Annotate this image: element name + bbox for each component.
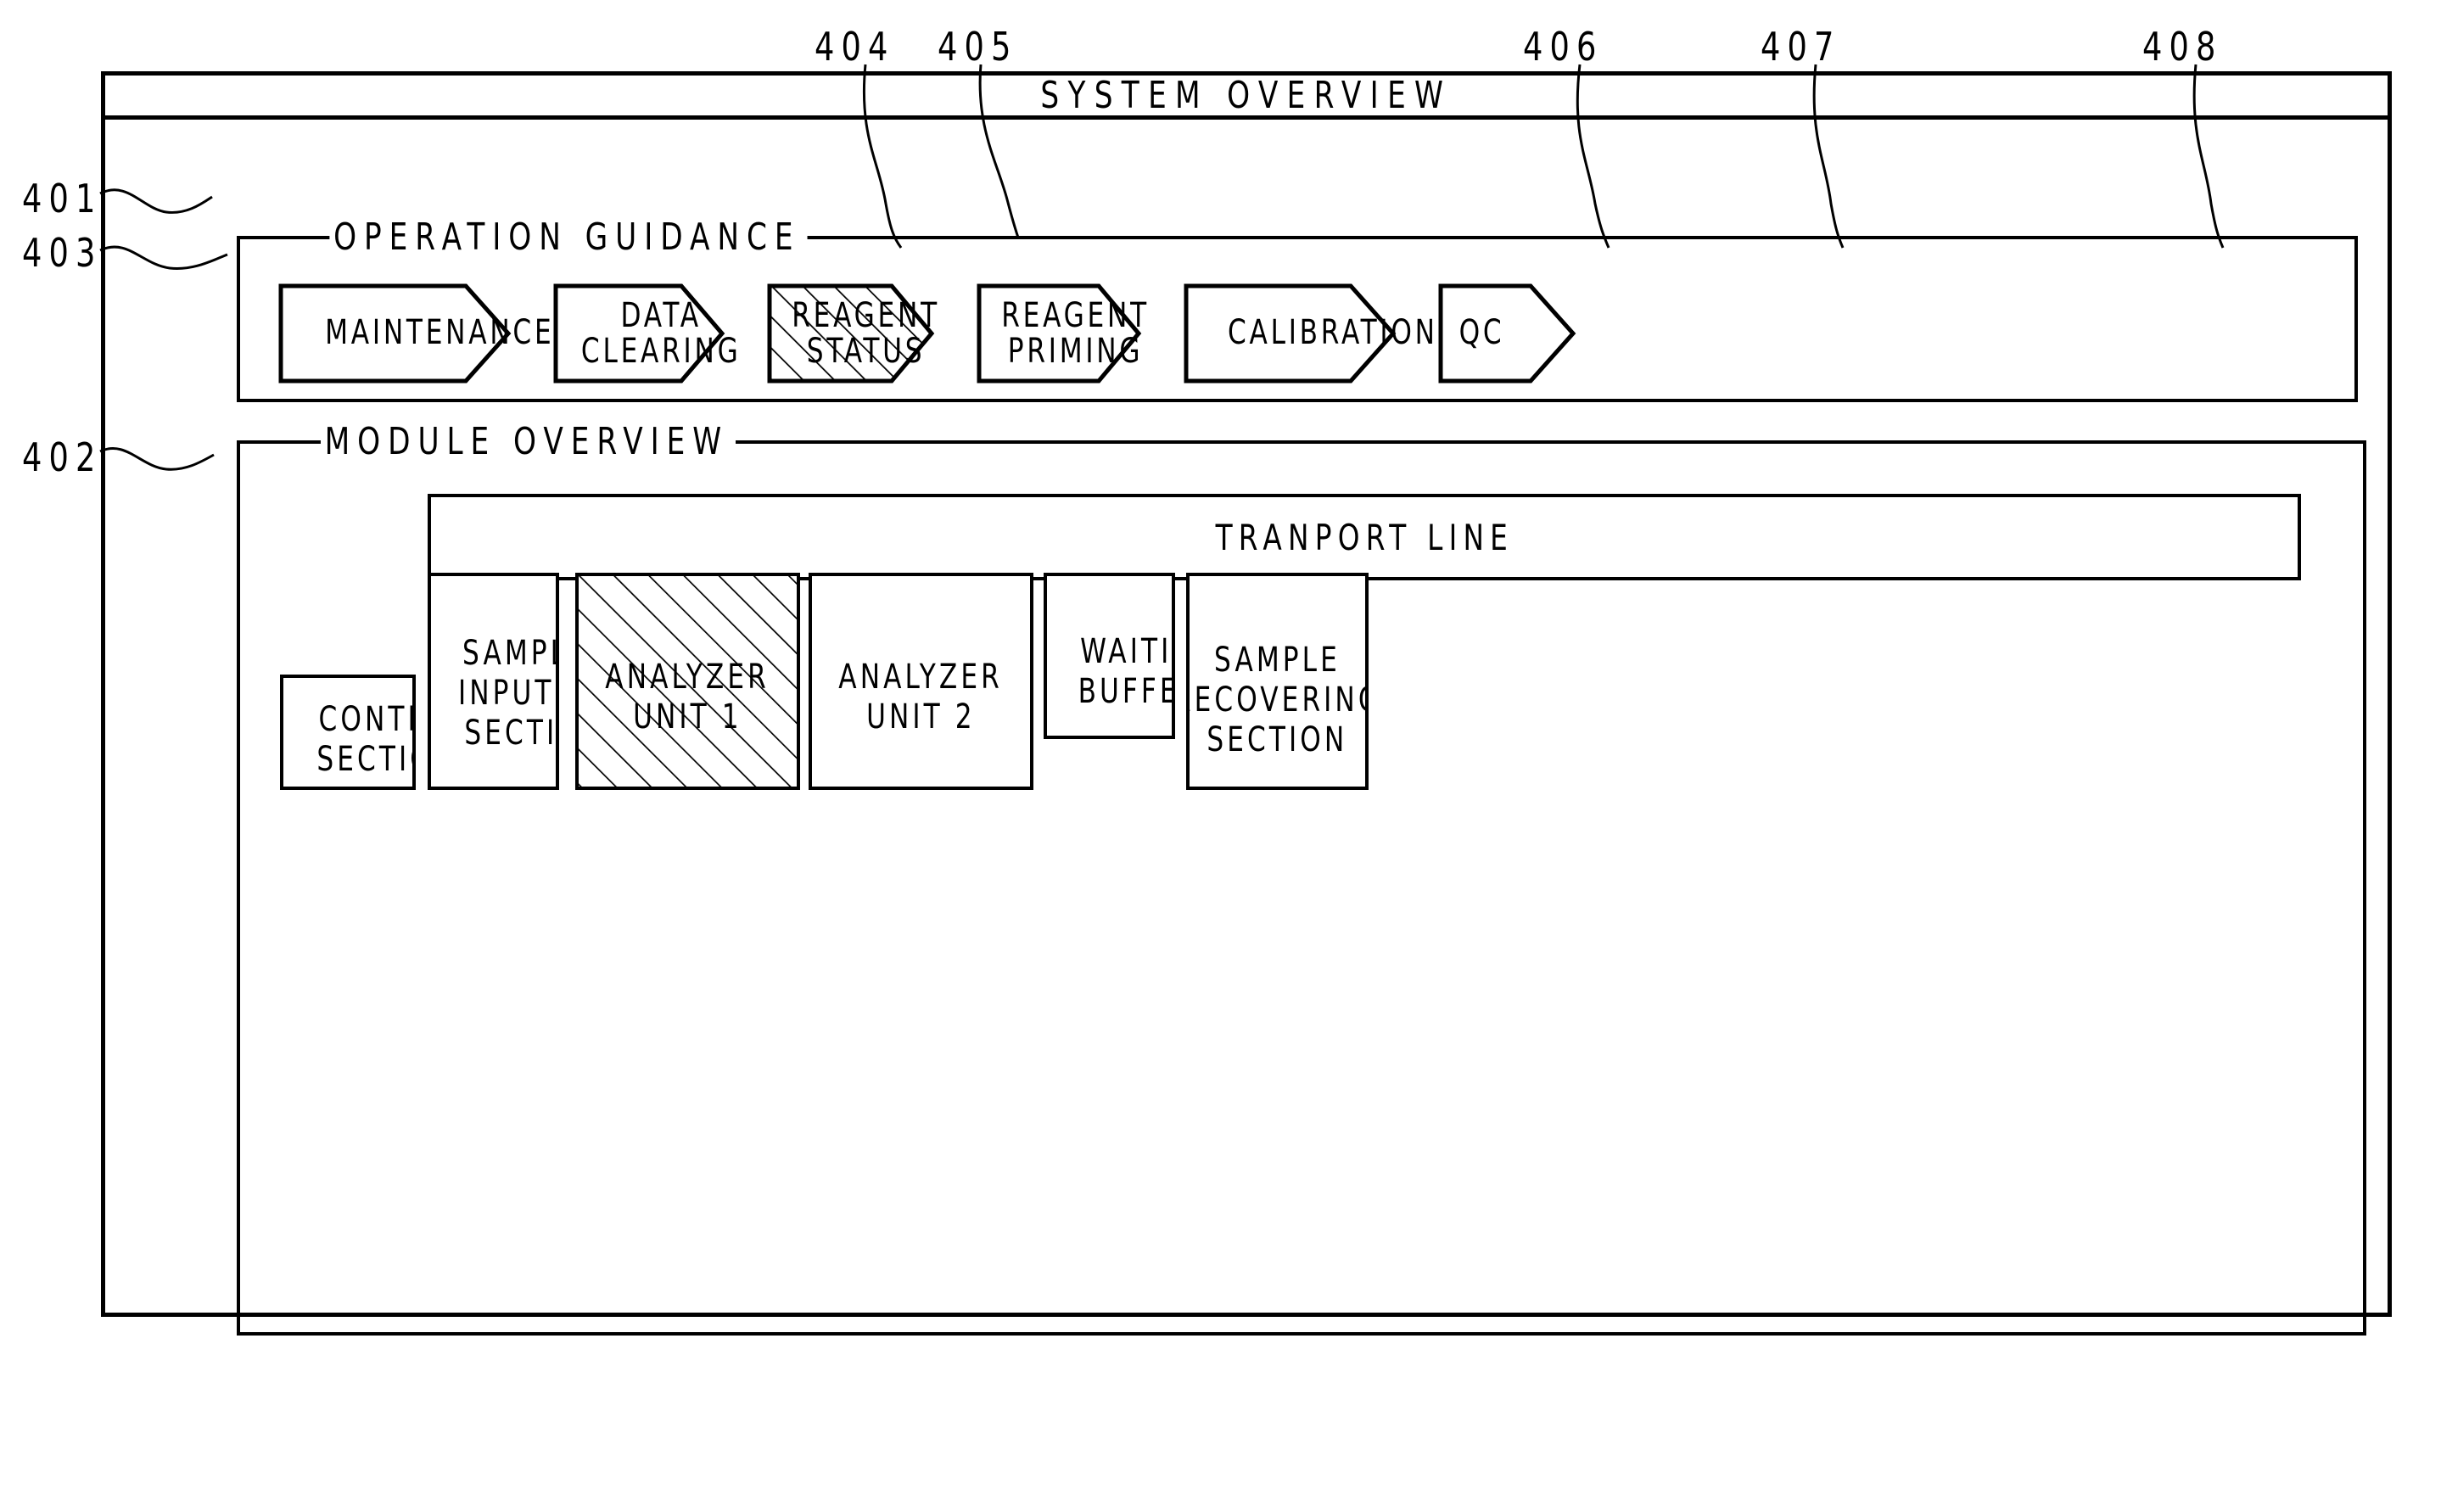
module-label-line: UNIT 1 — [633, 697, 742, 737]
page-title: SYSTEM OVERVIEW — [1040, 74, 1453, 117]
module-analyzer-unit-1[interactable]: ANALYZER UNIT 1 — [575, 573, 800, 790]
reference-numeral-406: 406 — [1523, 24, 1604, 70]
reference-numeral-401: 401 — [22, 176, 103, 221]
operation-button-data-clearing[interactable]: DATA CLEARING — [554, 283, 738, 384]
module-overview-group: MODULE OVERVIEW TRANPORT LINE CONTROL SE… — [237, 418, 2366, 1336]
module-label-line: UNIT 2 — [866, 697, 976, 737]
reference-numeral-405: 405 — [938, 24, 1018, 70]
operation-guidance-group: OPERATION GUIDANCE MAINTENANCE DATA CLEA… — [237, 214, 2358, 402]
chevron-shape-icon — [977, 283, 1140, 384]
module-control-section[interactable]: CONTROL SECTION — [280, 675, 416, 790]
module-label-line: WAITING — [1080, 632, 1173, 671]
module-label-line: SAMPLE — [1214, 641, 1341, 680]
module-waiting-buffer[interactable]: WAITING BUFFER — [1044, 573, 1175, 739]
reference-numeral-407: 407 — [1761, 24, 1841, 70]
module-analyzer-unit-2[interactable]: ANALYZER UNIT 2 — [809, 573, 1033, 790]
module-label-line: SECTION — [464, 714, 558, 753]
module-label-line: ANALYZER — [605, 658, 770, 697]
operation-button-qc[interactable]: QC — [1439, 283, 1575, 384]
legend-tick-module — [255, 440, 274, 444]
patent-figure: 404 405 406 407 408 401 403 402 SYSTEM O… — [0, 0, 2441, 1512]
legend-tick-operation — [255, 236, 274, 239]
reference-numeral-402: 402 — [22, 434, 103, 480]
operation-button-reagent-priming[interactable]: REAGENT PRIMING — [977, 283, 1146, 384]
window-title-bar: SYSTEM OVERVIEW — [105, 74, 2388, 120]
operation-button-calibration[interactable]: CALIBRATION — [1184, 283, 1435, 384]
chevron-shape-icon — [554, 283, 724, 384]
module-label-line: BUFFER — [1078, 672, 1172, 712]
module-overview-legend: MODULE OVERVIEW — [320, 418, 736, 466]
module-sample-input-section[interactable]: SAMPLE INPUT SECTION — [428, 573, 559, 790]
chevron-shape-icon — [1439, 283, 1575, 384]
module-label-line: CONTROL — [318, 700, 412, 739]
chevron-shape-icon — [768, 283, 933, 384]
reference-numeral-403: 403 — [22, 230, 103, 276]
chevron-shape-icon — [279, 283, 510, 384]
reference-numeral-404: 404 — [815, 24, 895, 70]
module-label-line: INPUT — [458, 674, 555, 714]
transport-line-label: TRANPORT LINE — [1215, 516, 1514, 558]
chevron-shape-icon — [1184, 283, 1395, 384]
reference-numeral-408: 408 — [2142, 24, 2223, 70]
module-label-line: SECTION — [316, 740, 412, 780]
operation-guidance-legend: OPERATION GUIDANCE — [329, 214, 808, 261]
system-overview-window: SYSTEM OVERVIEW OPERATION GUIDANCE MAINT… — [101, 71, 2392, 1336]
module-label-line: SAMPLE — [462, 634, 556, 673]
operation-button-maintenance[interactable]: MAINTENANCE — [279, 283, 551, 384]
module-label-line: RECOVERING — [1190, 680, 1365, 720]
module-sample-recovering-section[interactable]: SAMPLE RECOVERING SECTION — [1186, 573, 1369, 790]
transport-line-box[interactable]: TRANPORT LINE — [428, 494, 2301, 580]
operation-button-reagent-status[interactable]: REAGENT STATUS — [768, 283, 937, 384]
module-label-line: ANALYZER — [838, 658, 1004, 697]
module-label-line: SECTION — [1207, 720, 1348, 760]
operation-guidance-button-row: MAINTENANCE DATA CLEARING REAGENT STATUS… — [279, 283, 2332, 385]
